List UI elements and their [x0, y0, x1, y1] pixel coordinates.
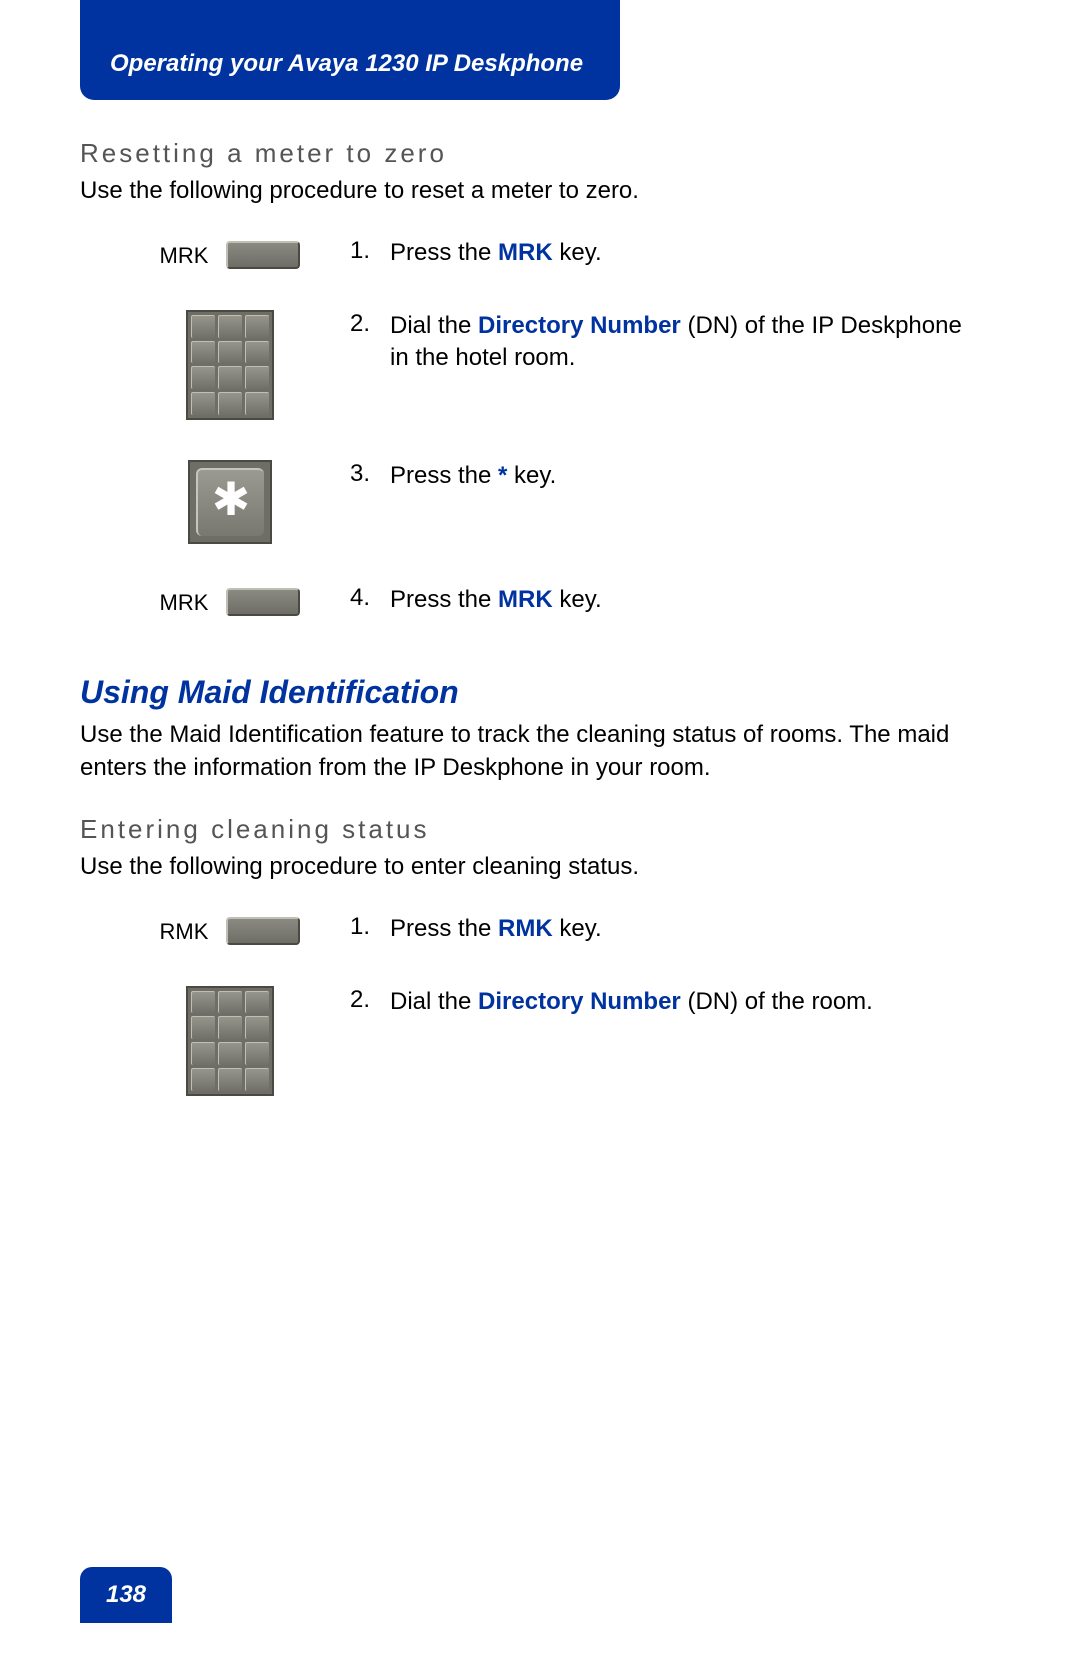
asterisk-glyph: ✱	[196, 468, 264, 536]
soft-key-icon	[226, 588, 300, 616]
step-number: 1.	[350, 913, 390, 945]
step-highlight: MRK	[498, 239, 553, 266]
step-text: 4. Press the MRK key.	[350, 584, 1000, 616]
step-post: key.	[553, 915, 602, 942]
chapter-header: Operating your Avaya 1230 IP Deskphone	[80, 0, 620, 100]
step-text: 1. Press the RMK key.	[350, 913, 1000, 945]
subheading-cleaning-status: Entering cleaning status	[80, 814, 1000, 845]
step-instruction: Press the RMK key.	[390, 913, 1000, 945]
step-icon-col	[80, 986, 350, 1096]
key-label: MRK	[160, 584, 209, 616]
step-text: 2. Dial the Directory Number (DN) of the…	[350, 986, 1000, 1018]
step-number: 2.	[350, 310, 390, 375]
step-text: 2. Dial the Directory Number (DN) of the…	[350, 310, 1000, 375]
step-row: RMK 1. Press the RMK key.	[80, 913, 1000, 945]
step-icon-col	[80, 310, 350, 420]
step-pre: Press the	[390, 586, 498, 613]
step-row: 2. Dial the Directory Number (DN) of the…	[80, 310, 1000, 420]
step-row: MRK 1. Press the MRK key.	[80, 237, 1000, 269]
intro-maid: Use the Maid Identification feature to t…	[80, 719, 1000, 784]
step-instruction: Press the MRK key.	[390, 237, 1000, 269]
step-instruction: Press the * key.	[390, 460, 1000, 492]
step-text: 3. Press the * key.	[350, 460, 1000, 492]
step-instruction: Dial the Directory Number (DN) of the ro…	[390, 986, 1000, 1018]
step-number: 1.	[350, 237, 390, 269]
key-label: RMK	[160, 913, 209, 945]
step-icon-col: MRK	[80, 237, 350, 269]
soft-key-icon	[226, 241, 300, 269]
step-highlight: Directory Number	[478, 312, 681, 339]
step-number: 2.	[350, 986, 390, 1018]
step-pre: Dial the	[390, 988, 478, 1015]
step-icon-col: MRK	[80, 584, 350, 616]
step-post: key.	[553, 239, 602, 266]
step-pre: Dial the	[390, 312, 478, 339]
chapter-header-text: Operating your Avaya 1230 IP Deskphone	[110, 50, 583, 78]
step-text: 1. Press the MRK key.	[350, 237, 1000, 269]
keypad-icon	[186, 986, 274, 1096]
key-label: MRK	[160, 237, 209, 269]
step-pre: Press the	[390, 915, 498, 942]
step-highlight: MRK	[498, 586, 553, 613]
subheading-reset-meter: Resetting a meter to zero	[80, 138, 1000, 169]
page-number-box: 138	[80, 1567, 172, 1623]
keypad-icon	[186, 310, 274, 420]
star-key-icon: ✱	[188, 460, 272, 544]
step-number: 3.	[350, 460, 390, 492]
step-instruction: Press the MRK key.	[390, 584, 1000, 616]
soft-key-icon	[226, 917, 300, 945]
step-row: 2. Dial the Directory Number (DN) of the…	[80, 986, 1000, 1096]
step-row: MRK 4. Press the MRK key.	[80, 584, 1000, 616]
intro-reset-meter: Use the following procedure to reset a m…	[80, 175, 1000, 207]
step-row: ✱ 3. Press the * key.	[80, 460, 1000, 544]
page-content: Resetting a meter to zero Use the follow…	[80, 120, 1000, 1136]
step-post: key.	[553, 586, 602, 613]
step-instruction: Dial the Directory Number (DN) of the IP…	[390, 310, 1000, 375]
step-number: 4.	[350, 584, 390, 616]
step-highlight: *	[498, 462, 507, 489]
section-heading-maid: Using Maid Identification	[80, 674, 1000, 711]
step-pre: Press the	[390, 239, 498, 266]
step-pre: Press the	[390, 462, 498, 489]
step-highlight: RMK	[498, 915, 553, 942]
step-icon-col: ✱	[80, 460, 350, 544]
page-number: 138	[106, 1581, 146, 1609]
step-icon-col: RMK	[80, 913, 350, 945]
step-post: (DN) of the room.	[681, 988, 873, 1015]
step-highlight: Directory Number	[478, 988, 681, 1015]
step-post: key.	[507, 462, 556, 489]
intro-cleaning-status: Use the following procedure to enter cle…	[80, 851, 1000, 883]
